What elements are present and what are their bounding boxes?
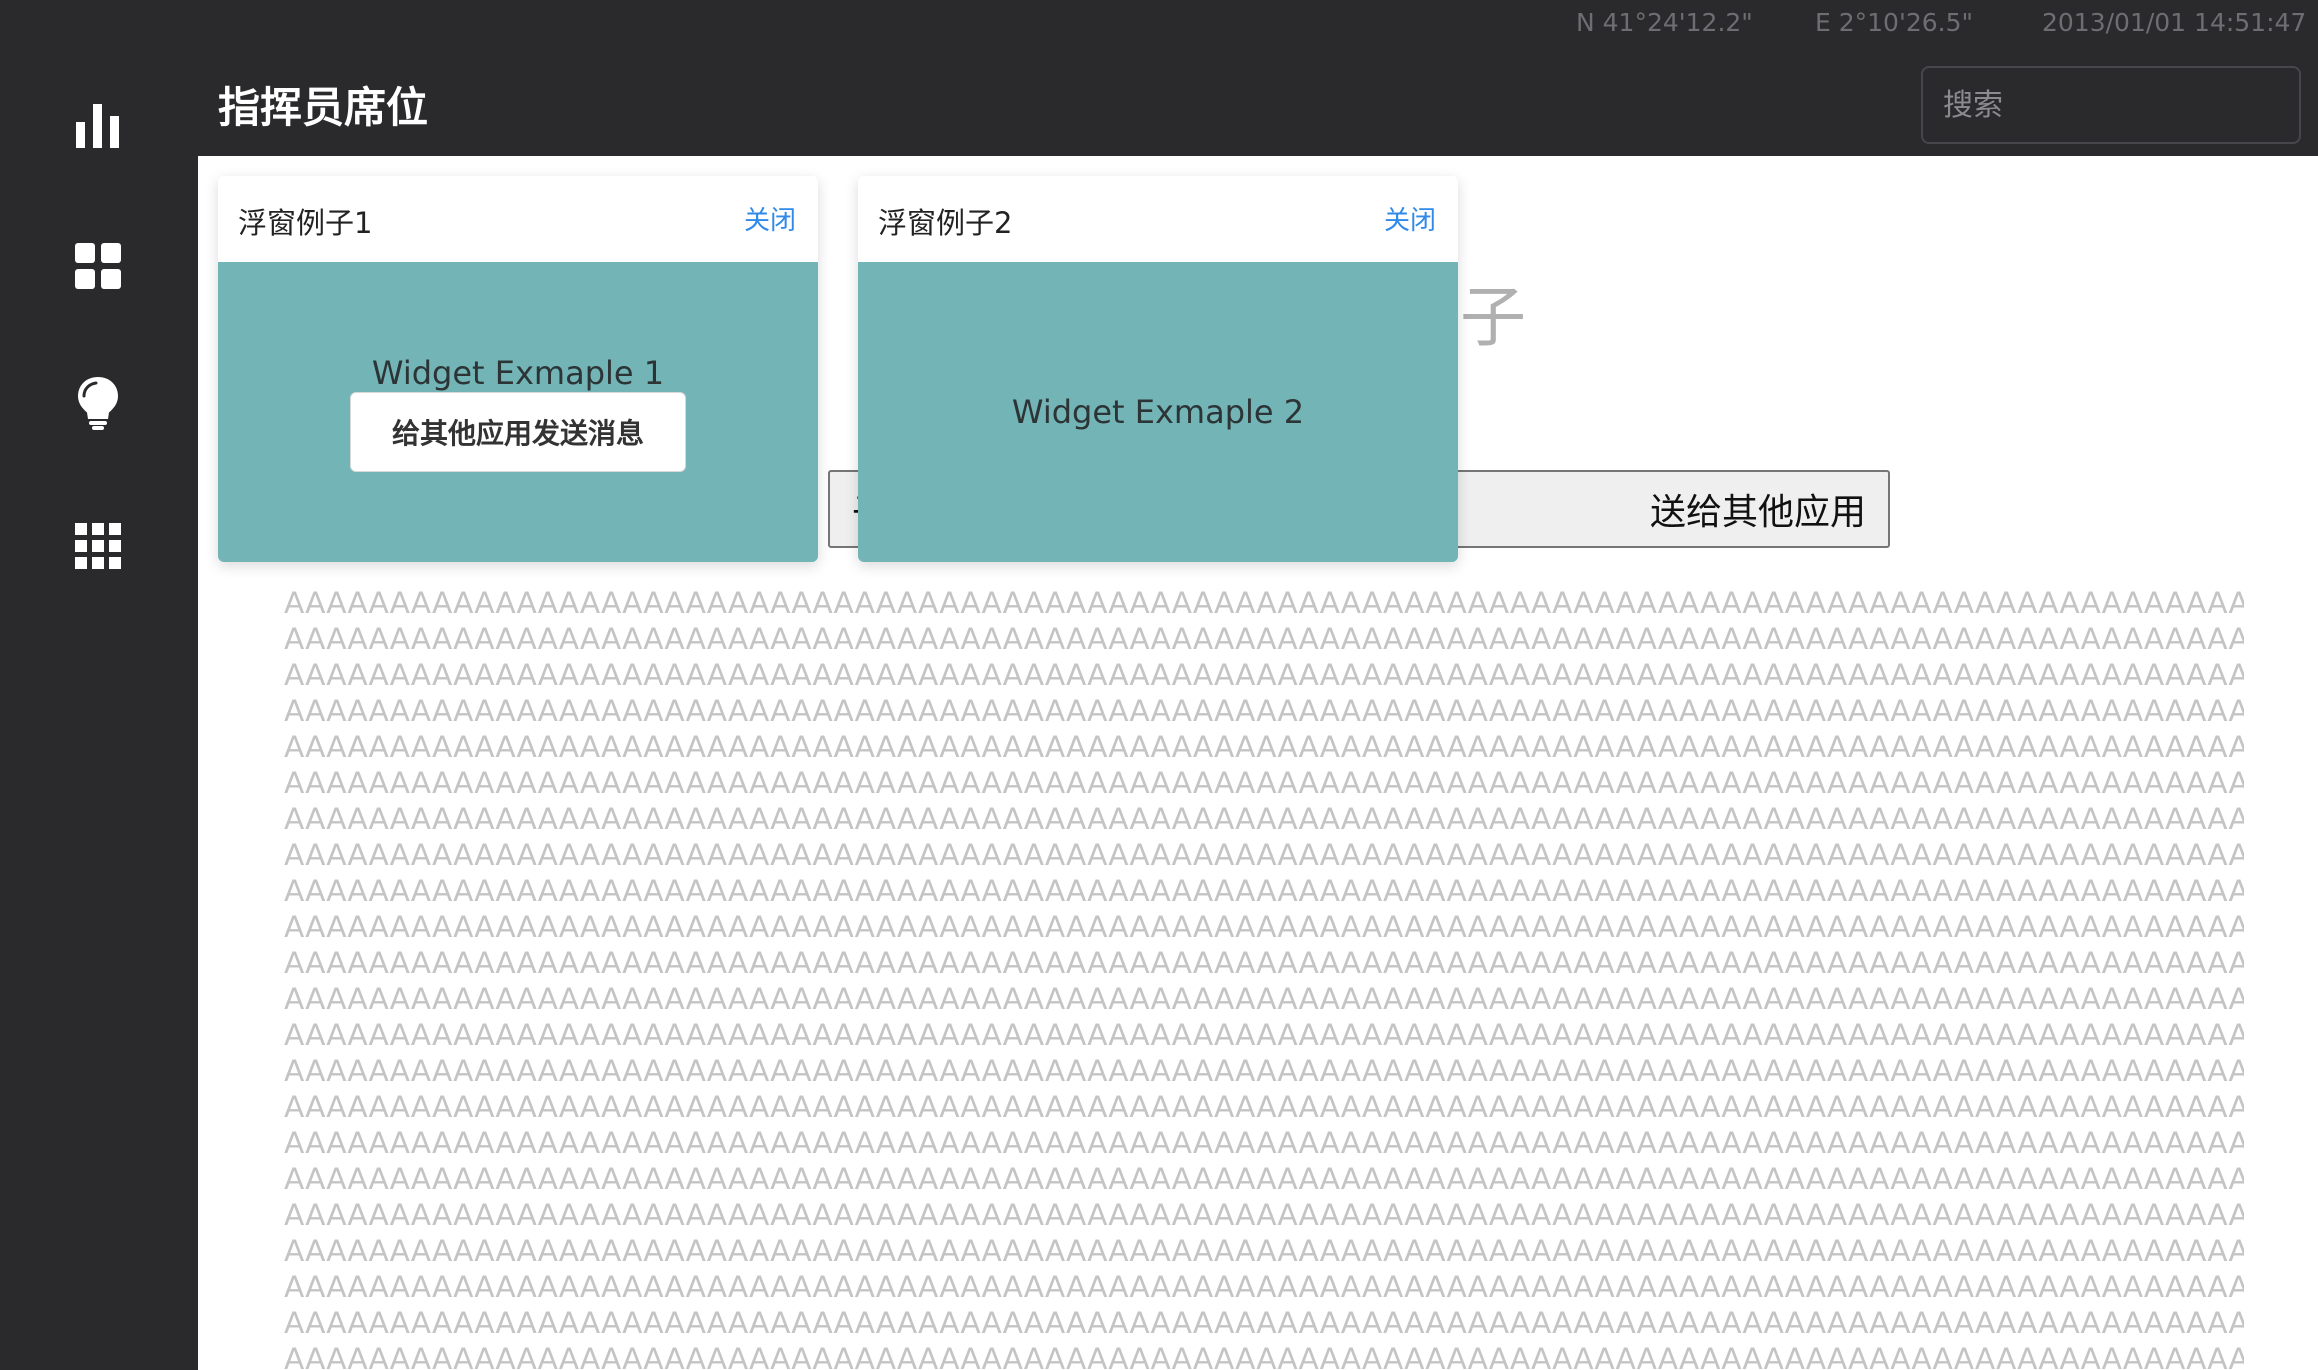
search-input[interactable] bbox=[1921, 66, 2301, 144]
filler-line: AAAAAAAAAAAAAAAAAAAAAAAAAAAAAAAAAAAAAAAA… bbox=[284, 586, 2244, 621]
send-message-button[interactable]: 给其他应用发送消息 bbox=[350, 392, 686, 472]
filler-line: AAAAAAAAAAAAAAAAAAAAAAAAAAAAAAAAAAAAAAAA… bbox=[284, 1090, 2244, 1125]
filler-line: AAAAAAAAAAAAAAAAAAAAAAAAAAAAAAAAAAAAAAAA… bbox=[284, 802, 2244, 837]
filler-line: AAAAAAAAAAAAAAAAAAAAAAAAAAAAAAAAAAAAAAAA… bbox=[284, 838, 2244, 873]
widget-title: 浮窗例子1 bbox=[238, 206, 373, 240]
filler-line: AAAAAAAAAAAAAAAAAAAAAAAAAAAAAAAAAAAAAAAA… bbox=[284, 946, 2244, 981]
widget-header[interactable]: 浮窗例子2 关闭 bbox=[858, 176, 1458, 262]
filler-line: AAAAAAAAAAAAAAAAAAAAAAAAAAAAAAAAAAAAAAAA… bbox=[284, 982, 2244, 1017]
widget-header[interactable]: 浮窗例子1 关闭 bbox=[218, 176, 818, 262]
filler-line: AAAAAAAAAAAAAAAAAAAAAAAAAAAAAAAAAAAAAAAA… bbox=[284, 1234, 2244, 1269]
floating-widget-2[interactable]: 浮窗例子2 关闭 Widget Exmaple 2 bbox=[858, 176, 1458, 562]
latitude-readout: N 41°24'12.2" bbox=[1576, 8, 1753, 37]
sidebar-item-charts[interactable] bbox=[70, 98, 126, 154]
datetime-readout: 2013/01/01 14:51:47 bbox=[2042, 8, 2307, 37]
widget-body: Widget Exmaple 1 给其他应用发送消息 bbox=[218, 262, 818, 562]
sidebar-item-apps[interactable] bbox=[70, 518, 126, 574]
dashboard-grid-icon bbox=[75, 243, 121, 289]
filler-line: AAAAAAAAAAAAAAAAAAAAAAAAAAAAAAAAAAAAAAAA… bbox=[284, 1270, 2244, 1305]
filler-line: AAAAAAAAAAAAAAAAAAAAAAAAAAAAAAAAAAAAAAAA… bbox=[284, 730, 2244, 765]
filler-line: AAAAAAAAAAAAAAAAAAAAAAAAAAAAAAAAAAAAAAAA… bbox=[284, 1162, 2244, 1197]
filler-line: AAAAAAAAAAAAAAAAAAAAAAAAAAAAAAAAAAAAAAAA… bbox=[284, 1342, 2244, 1370]
filler-line: AAAAAAAAAAAAAAAAAAAAAAAAAAAAAAAAAAAAAAAA… bbox=[284, 1126, 2244, 1161]
widget-close-button[interactable]: 关闭 bbox=[744, 200, 796, 237]
floating-widget-1[interactable]: 浮窗例子1 关闭 Widget Exmaple 1 给其他应用发送消息 bbox=[218, 176, 818, 562]
widget-title: 浮窗例子2 bbox=[878, 206, 1013, 240]
send-to-other-apps-button[interactable]: 送给其他应用 bbox=[1436, 470, 1890, 548]
filler-line: AAAAAAAAAAAAAAAAAAAAAAAAAAAAAAAAAAAAAAAA… bbox=[284, 1198, 2244, 1233]
widget-close-button[interactable]: 关闭 bbox=[1384, 200, 1436, 237]
filler-line: AAAAAAAAAAAAAAAAAAAAAAAAAAAAAAAAAAAAAAAA… bbox=[284, 1018, 2244, 1053]
sidebar bbox=[0, 0, 198, 1370]
filler-line: AAAAAAAAAAAAAAAAAAAAAAAAAAAAAAAAAAAAAAAA… bbox=[284, 658, 2244, 693]
widget-body: Widget Exmaple 2 bbox=[858, 262, 1458, 562]
filler-line: AAAAAAAAAAAAAAAAAAAAAAAAAAAAAAAAAAAAAAAA… bbox=[284, 874, 2244, 909]
sidebar-item-dashboard[interactable] bbox=[70, 238, 126, 294]
filler-text-block: AAAAAAAAAAAAAAAAAAAAAAAAAAAAAAAAAAAAAAAA… bbox=[284, 586, 2244, 1370]
filler-line: AAAAAAAAAAAAAAAAAAAAAAAAAAAAAAAAAAAAAAAA… bbox=[284, 622, 2244, 657]
filler-line: AAAAAAAAAAAAAAAAAAAAAAAAAAAAAAAAAAAAAAAA… bbox=[284, 910, 2244, 945]
filler-line: AAAAAAAAAAAAAAAAAAAAAAAAAAAAAAAAAAAAAAAA… bbox=[284, 1054, 2244, 1089]
widget-content-label: Widget Exmaple 1 bbox=[371, 354, 665, 392]
filler-line: AAAAAAAAAAAAAAAAAAAAAAAAAAAAAAAAAAAAAAAA… bbox=[284, 766, 2244, 801]
filler-line: AAAAAAAAAAAAAAAAAAAAAAAAAAAAAAAAAAAAAAAA… bbox=[284, 1306, 2244, 1341]
longitude-readout: E 2°10'26.5" bbox=[1815, 8, 1973, 37]
background-heading: 子 bbox=[1460, 279, 1526, 356]
sidebar-item-ideas[interactable] bbox=[70, 375, 126, 431]
status-bar: N 41°24'12.2" E 2°10'26.5" 2013/01/01 14… bbox=[0, 0, 2318, 50]
widget-content-label: Widget Exmaple 2 bbox=[1011, 393, 1305, 431]
apps-grid-icon bbox=[75, 523, 121, 569]
page-title: 指挥员席位 bbox=[218, 83, 429, 132]
filler-line: AAAAAAAAAAAAAAAAAAAAAAAAAAAAAAAAAAAAAAAA… bbox=[284, 694, 2244, 729]
lightbulb-icon bbox=[78, 377, 118, 430]
bar-chart-icon bbox=[76, 104, 119, 148]
